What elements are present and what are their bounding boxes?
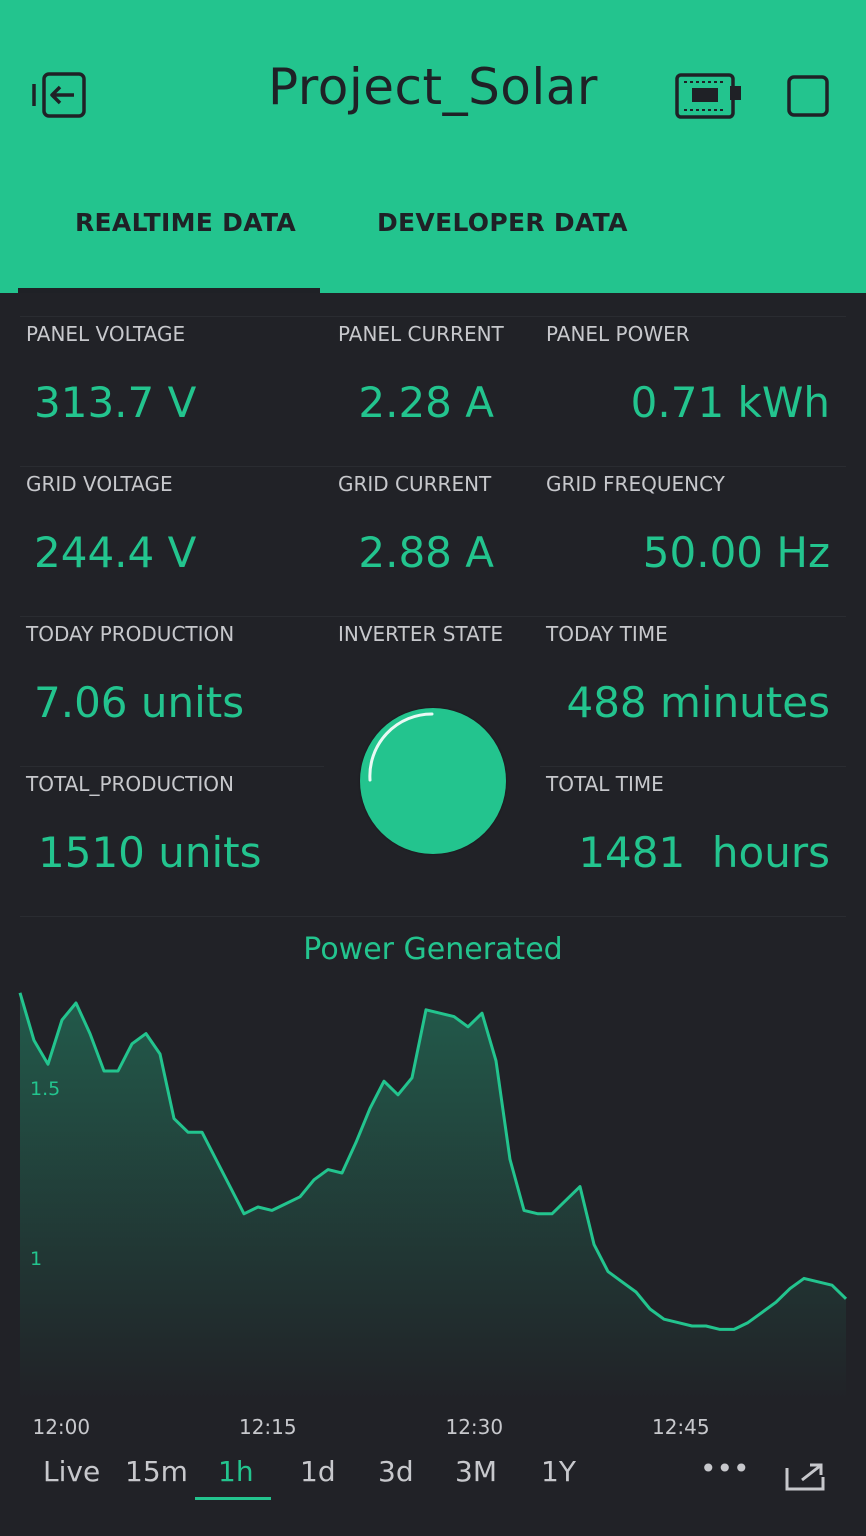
range-3m[interactable]: 3M xyxy=(455,1455,497,1488)
app-header: Project_Solar REALTIME DATA DEVELOPER DA… xyxy=(0,0,866,293)
grid-voltage-label: GRID VOLTAGE xyxy=(26,472,173,496)
divider xyxy=(540,766,846,767)
tab-developer-data[interactable]: DEVELOPER DATA xyxy=(377,208,628,237)
x-tick-label: 12:45 xyxy=(652,1415,710,1439)
range-1y[interactable]: 1Y xyxy=(541,1455,576,1488)
range-15m[interactable]: 15m xyxy=(125,1455,188,1488)
y-tick-label: 1.5 xyxy=(30,1078,60,1100)
range-3d[interactable]: 3d xyxy=(378,1455,414,1488)
y-tick-label: 1 xyxy=(30,1248,42,1270)
divider xyxy=(20,916,846,917)
chart-title: Power Generated xyxy=(303,932,563,967)
total-production-value: 1510 units xyxy=(38,828,262,877)
panel-voltage-value: 313.7 V xyxy=(34,378,197,427)
play-stop-icon[interactable] xyxy=(786,74,830,118)
series-area xyxy=(20,992,846,1400)
x-tick-label: 12:30 xyxy=(445,1415,503,1439)
led-highlight-icon xyxy=(368,712,434,782)
panel-voltage-label: PANEL VOLTAGE xyxy=(26,322,186,346)
active-tab-indicator xyxy=(18,288,320,293)
grid-current-label: GRID CURRENT xyxy=(338,472,492,496)
range-1h[interactable]: 1h xyxy=(218,1455,254,1488)
divider xyxy=(20,766,324,767)
panel-current-value: 2.28 A xyxy=(358,378,494,427)
x-tick-label: 12:15 xyxy=(239,1415,297,1439)
today-time-value: 488 minutes xyxy=(566,678,830,727)
grid-voltage-value: 244.4 V xyxy=(34,528,197,577)
tab-realtime-data[interactable]: REALTIME DATA xyxy=(75,208,296,237)
range-live[interactable]: Live xyxy=(43,1455,100,1488)
divider xyxy=(20,466,846,467)
panel-power-value: 0.71 kWh xyxy=(630,378,830,427)
total-production-label: TOTAL_PRODUCTION xyxy=(26,772,234,796)
x-tick-label: 12:00 xyxy=(32,1415,90,1439)
device-board-icon[interactable] xyxy=(674,72,744,120)
panel-current-label: PANEL CURRENT xyxy=(338,322,504,346)
inverter-state-label: INVERTER STATE xyxy=(338,622,504,646)
today-production-label: TODAY PRODUCTION xyxy=(26,622,235,646)
power-generated-chart[interactable]: 1 1.5 12:00 12:15 12:30 12:45 xyxy=(0,980,866,1450)
inverter-state-led[interactable] xyxy=(360,708,506,854)
today-time-label: TODAY TIME xyxy=(546,622,668,646)
grid-current-value: 2.88 A xyxy=(358,528,494,577)
total-time-label: TOTAL TIME xyxy=(546,772,664,796)
selected-range-indicator xyxy=(195,1497,271,1500)
divider xyxy=(20,616,846,617)
total-time-value: 1481 hours xyxy=(578,828,830,877)
divider xyxy=(20,316,846,317)
share-export-icon[interactable] xyxy=(784,1462,826,1492)
grid-frequency-value: 50.00 Hz xyxy=(642,528,830,577)
more-options-icon[interactable]: ••• xyxy=(700,1452,750,1485)
today-production-value: 7.06 units xyxy=(34,678,245,727)
range-1d[interactable]: 1d xyxy=(300,1455,336,1488)
grid-frequency-label: GRID FREQUENCY xyxy=(546,472,725,496)
panel-power-label: PANEL POWER xyxy=(546,322,690,346)
